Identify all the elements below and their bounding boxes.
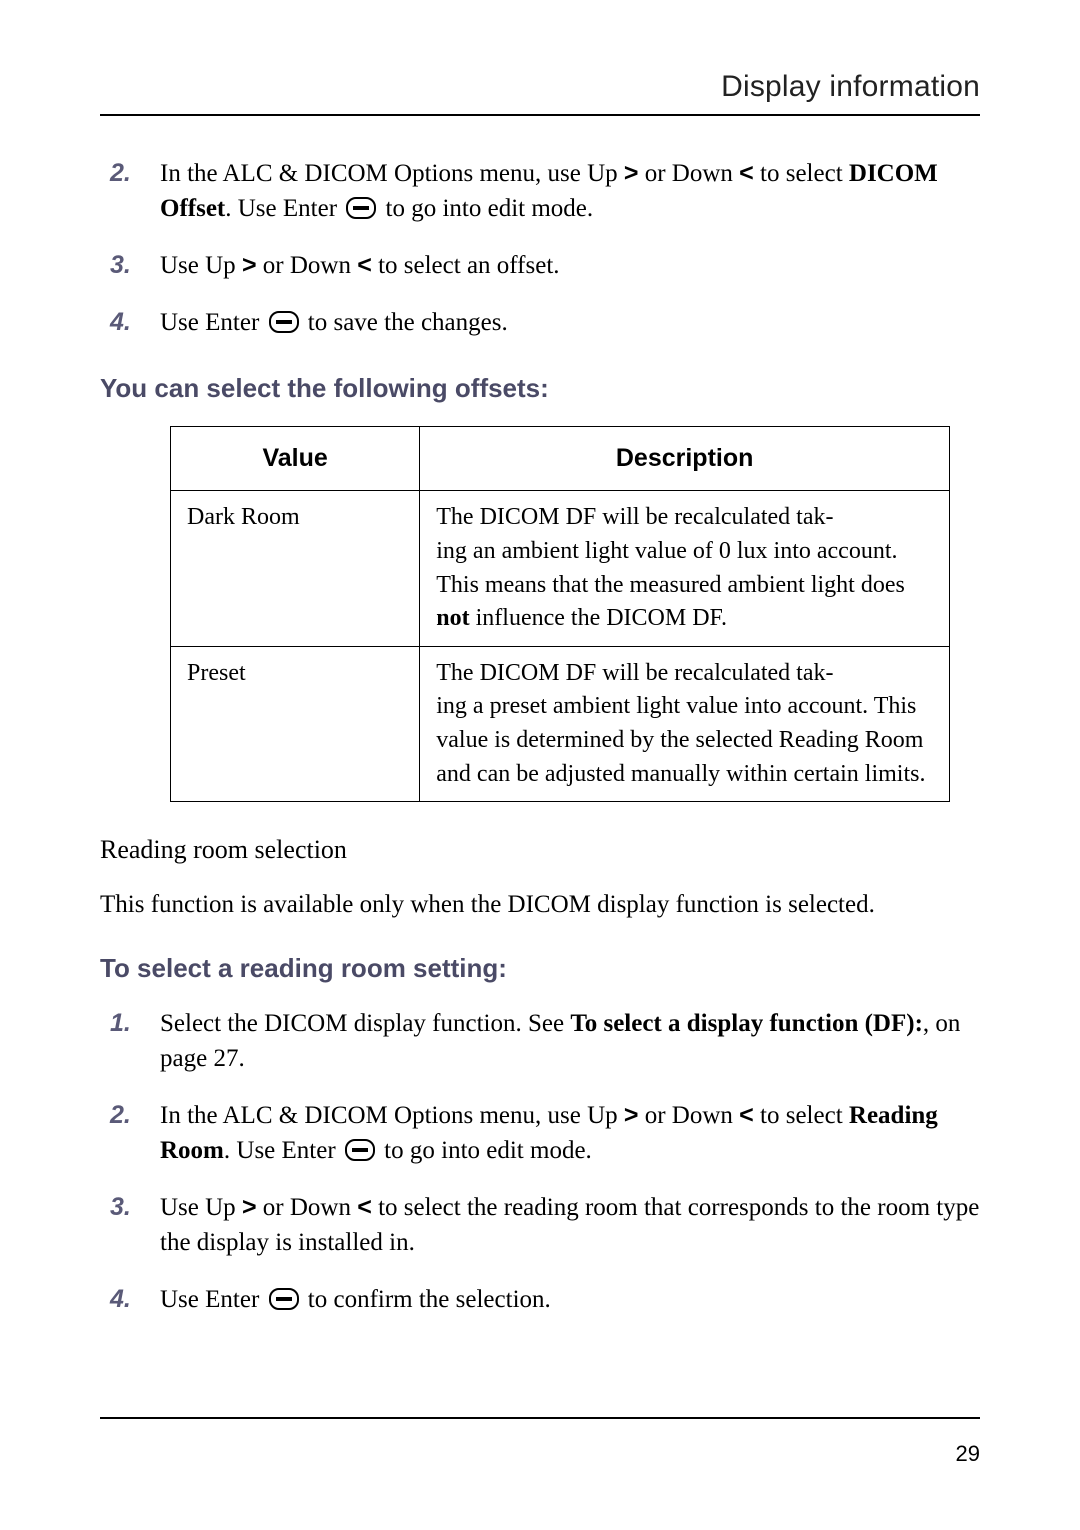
step-text: Use Enter to save the changes. xyxy=(160,309,508,336)
step-item: 4. Use Enter to save the changes. xyxy=(160,305,980,340)
step-number: 4. xyxy=(110,305,131,340)
select-reading-heading: To select a reading room setting: xyxy=(100,950,980,986)
step-number: 2. xyxy=(110,1098,131,1133)
step-number: 1. xyxy=(110,1006,131,1041)
table-row: Preset The DICOM DF will be recalculated… xyxy=(171,646,950,801)
step-text: Select the DICOM display function. See T… xyxy=(160,1010,960,1072)
step-item: 2. In the ALC & DICOM Options menu, use … xyxy=(160,156,980,226)
step-number: 4. xyxy=(110,1282,131,1317)
step-text: Use Up > or Down < to select the reading… xyxy=(160,1194,979,1256)
table-row: Dark Room The DICOM DF will be recalcula… xyxy=(171,491,950,646)
step-text: In the ALC & DICOM Options menu, use Up … xyxy=(160,1102,938,1164)
enter-icon xyxy=(346,197,376,219)
cell-value: Preset xyxy=(171,646,420,801)
page-header: Display information xyxy=(100,70,980,116)
page-footer: 29 xyxy=(100,1417,980,1470)
step-number: 3. xyxy=(110,248,131,283)
offsets-table: Value Description Dark Room The DICOM DF… xyxy=(170,426,950,802)
step-item: 4. Use Enter to confirm the selection. xyxy=(160,1282,980,1317)
page-number: 29 xyxy=(100,1439,980,1470)
cell-description: The DICOM DF will be recalculated tak-in… xyxy=(420,491,950,646)
table-header-description: Description xyxy=(420,427,950,491)
step-item: 3. Use Up > or Down < to select the read… xyxy=(160,1190,980,1260)
step-item: 1. Select the DICOM display function. Se… xyxy=(160,1006,980,1076)
cell-value: Dark Room xyxy=(171,491,420,646)
step-text: Use Up > or Down < to select an offset. xyxy=(160,252,560,279)
step-number: 2. xyxy=(110,156,131,191)
step-number: 3. xyxy=(110,1190,131,1225)
enter-icon xyxy=(269,1288,299,1310)
step-text: In the ALC & DICOM Options menu, use Up … xyxy=(160,160,938,222)
cell-description: The DICOM DF will be recalculated tak-in… xyxy=(420,646,950,801)
header-title: Display information xyxy=(100,70,980,104)
offsets-heading: You can select the following offsets: xyxy=(100,370,980,406)
enter-icon xyxy=(345,1139,375,1161)
step-item: 3. Use Up > or Down < to select an offse… xyxy=(160,248,980,283)
reading-room-heading: Reading room selection xyxy=(100,832,980,868)
step-item: 2. In the ALC & DICOM Options menu, use … xyxy=(160,1098,980,1168)
enter-icon xyxy=(269,311,299,333)
table-header-value: Value xyxy=(171,427,420,491)
steps-list-bottom: 1. Select the DICOM display function. Se… xyxy=(100,1006,980,1317)
reading-room-paragraph: This function is available only when the… xyxy=(100,887,980,922)
step-text: Use Enter to confirm the selection. xyxy=(160,1286,551,1313)
steps-list-top: 2. In the ALC & DICOM Options menu, use … xyxy=(100,156,980,340)
